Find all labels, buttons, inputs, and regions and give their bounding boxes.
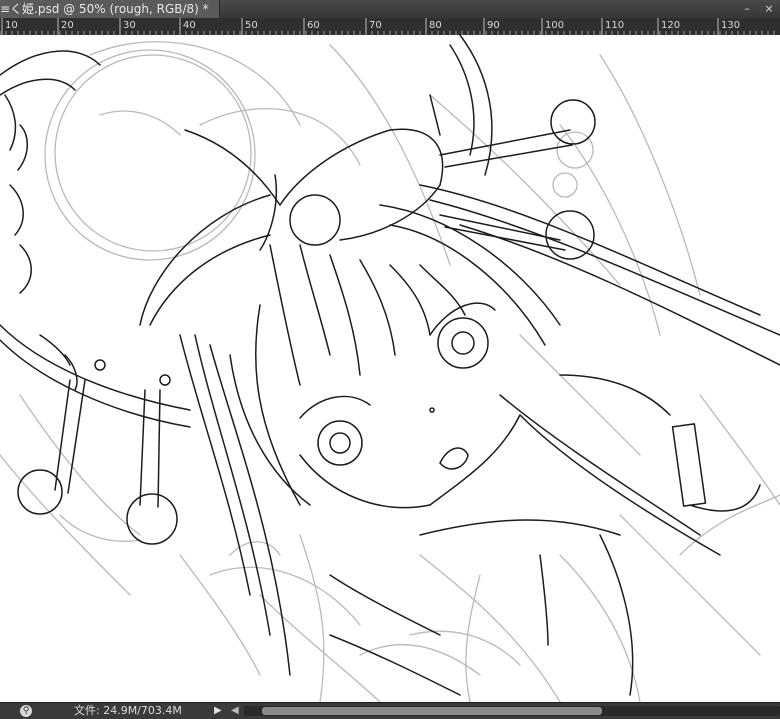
document-tab[interactable]: ≡く姫.psd @ 50% (rough, RGB/8) * <box>0 0 220 18</box>
ruler-label: 110 <box>605 20 624 31</box>
ruler-label: 70 <box>369 20 382 31</box>
zoom-icon[interactable]: ⚲ <box>20 705 32 717</box>
ruler-label: 30 <box>123 20 136 31</box>
horizontal-ruler[interactable]: 10 20 30 40 50 60 70 80 90 100 110 120 130 <box>0 18 780 36</box>
document-tab-bar: ≡く姫.psd @ 50% (rough, RGB/8) * – × <box>0 0 780 19</box>
ruler-graphic: 10 20 30 40 50 60 70 80 90 100 110 120 130 <box>0 18 775 35</box>
canvas[interactable] <box>0 35 780 702</box>
ruler-label: 40 <box>183 20 196 31</box>
ruler-label: 20 <box>61 20 74 31</box>
ruler-label: 90 <box>487 20 500 31</box>
ruler-label: 100 <box>545 20 564 31</box>
ruler-label: 60 <box>307 20 320 31</box>
line-art-sketch <box>0 35 780 702</box>
ruler-label: 10 <box>5 20 18 31</box>
scroll-left-icon[interactable]: ◀ <box>231 703 239 719</box>
scrollbar-thumb[interactable] <box>262 707 602 715</box>
ruler-label: 120 <box>661 20 680 31</box>
ruler-label: 80 <box>429 20 442 31</box>
status-menu-arrow-icon[interactable]: ▶ <box>214 703 222 719</box>
ruler-label: 130 <box>721 20 740 31</box>
minimize-icon[interactable]: – <box>740 2 754 16</box>
horizontal-scrollbar[interactable] <box>244 706 780 716</box>
document-size-info: 文件: 24.9M/703.4M <box>74 704 182 717</box>
ruler-label: 50 <box>245 20 258 31</box>
window-controls: – × <box>740 2 776 16</box>
close-icon[interactable]: × <box>762 2 776 16</box>
status-bar: ⚲ 文件: 24.9M/703.4M ▶ ◀ <box>0 702 780 719</box>
